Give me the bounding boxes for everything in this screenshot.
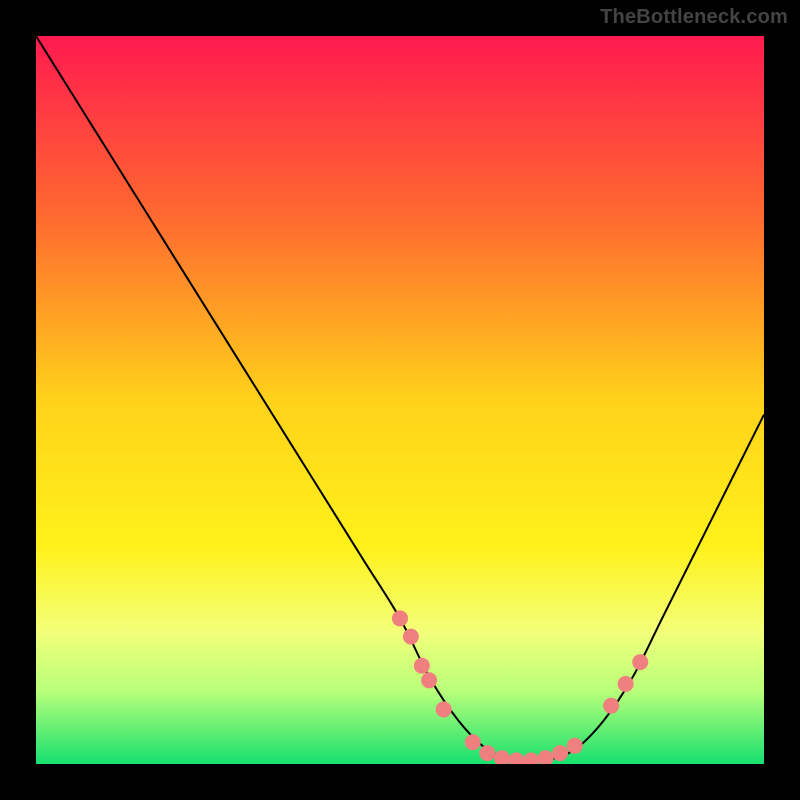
chart-frame: TheBottleneck.com — [0, 0, 800, 800]
marker-dot — [618, 676, 634, 692]
marker-dot — [421, 672, 437, 688]
marker-dot — [414, 658, 430, 674]
marker-dot — [603, 698, 619, 714]
watermark-text: TheBottleneck.com — [600, 6, 788, 29]
marker-dot — [436, 701, 452, 717]
marker-dot — [552, 745, 568, 761]
plot-area — [36, 36, 764, 764]
marker-dot — [465, 734, 481, 750]
marker-dot — [392, 610, 408, 626]
chart-svg — [36, 36, 764, 764]
gradient-background — [36, 36, 764, 764]
marker-dot — [403, 629, 419, 645]
marker-dot — [567, 738, 583, 754]
marker-dot — [479, 745, 495, 761]
marker-dot — [632, 654, 648, 670]
